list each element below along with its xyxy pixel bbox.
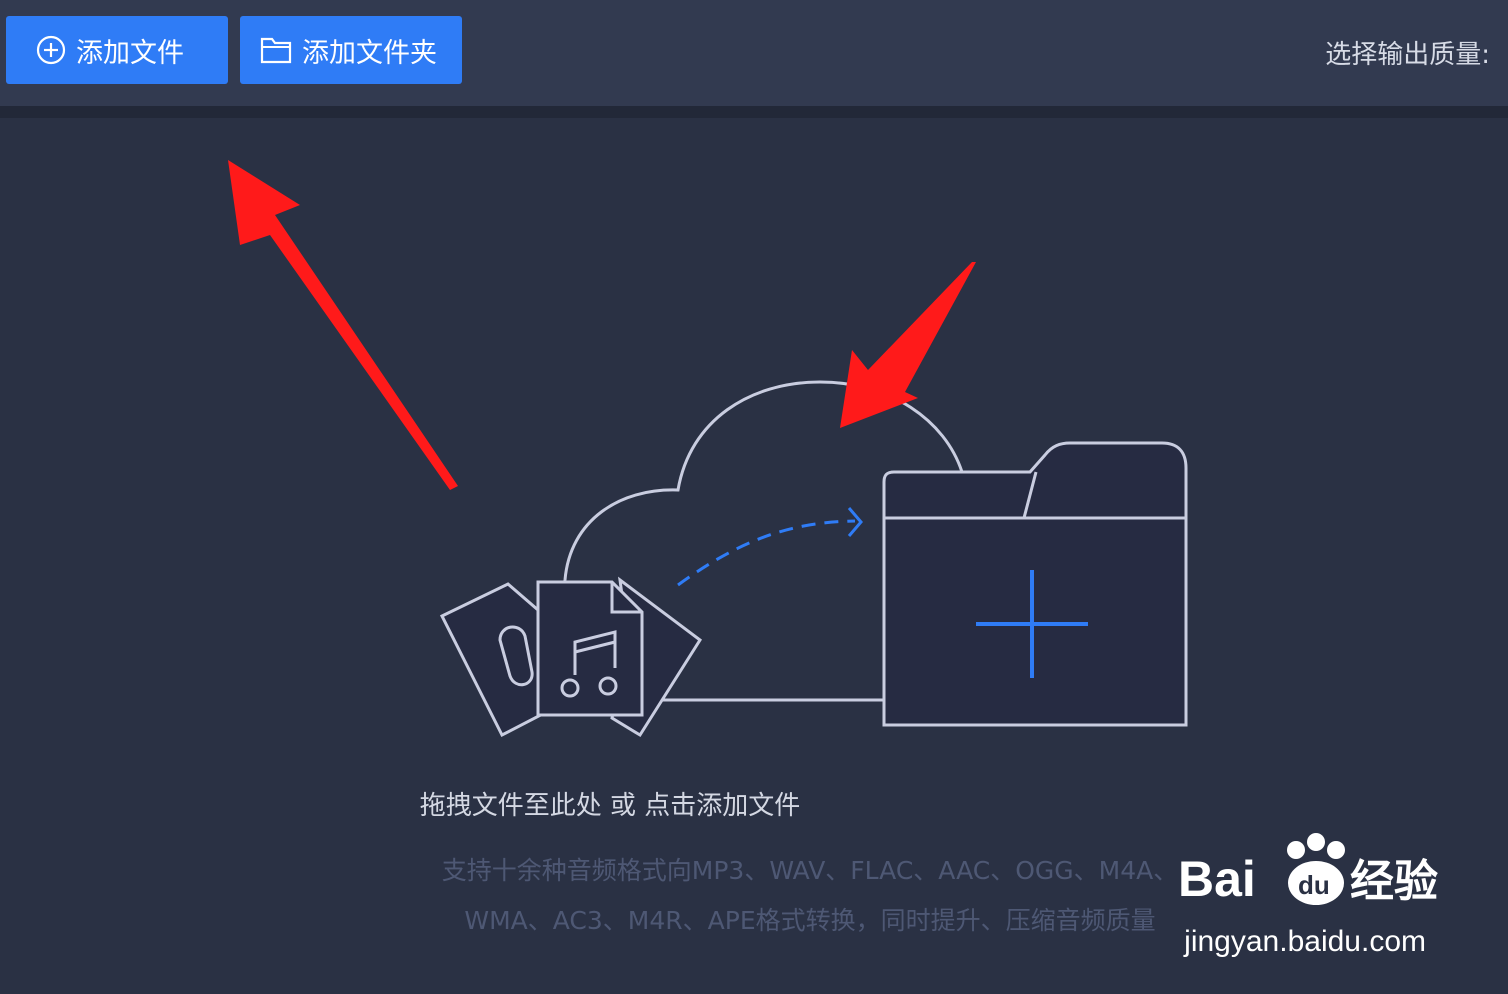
svg-text:du: du [1298,870,1330,900]
baidu-paw-logo: Bai du 经验 [1178,833,1438,907]
svg-text:Bai: Bai [1178,851,1256,907]
svg-text:经验: 经验 [1350,856,1438,907]
watermark-url: jingyan.baidu.com [1184,925,1426,958]
baidu-watermark: Bai du 经验 [1178,828,1438,922]
